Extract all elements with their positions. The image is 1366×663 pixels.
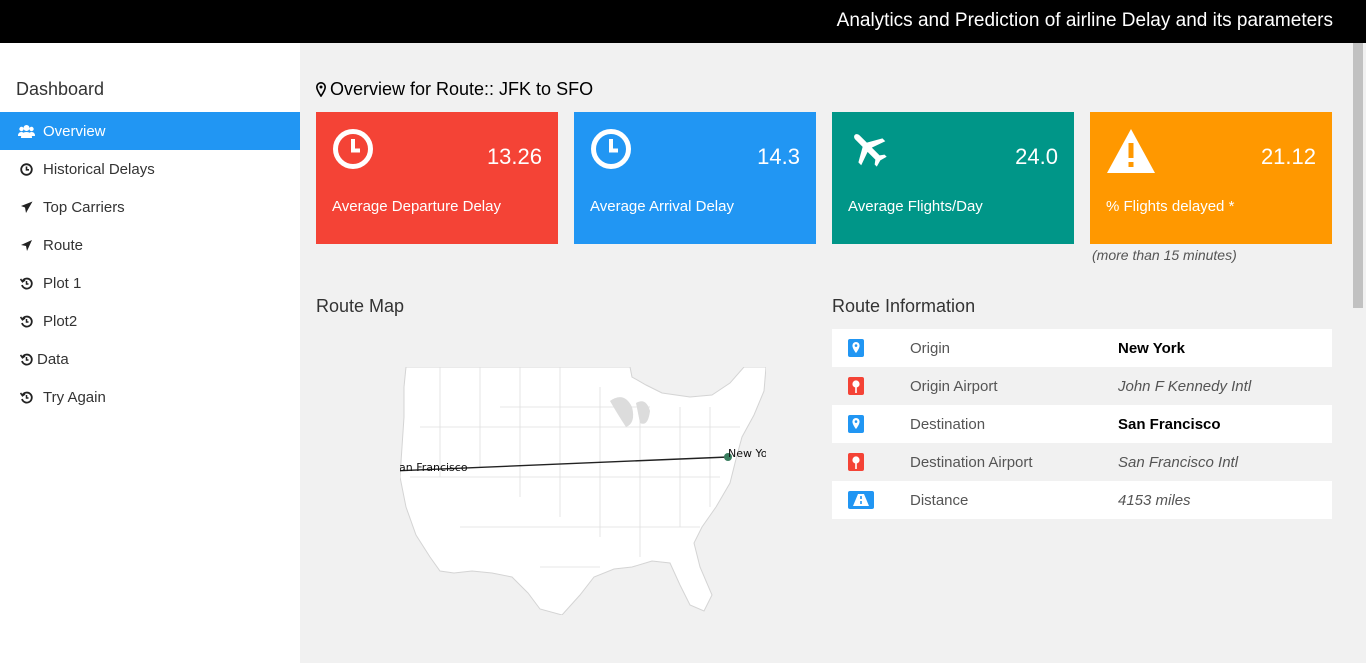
sidebar-item-data[interactable]: Data: [0, 340, 300, 378]
route-map-title: Route Map: [316, 296, 405, 316]
route-info-title: Route Information: [832, 296, 976, 316]
main-content: Overview for Route:: JFK to SFO 13.26 Av…: [300, 43, 1350, 663]
map-pin-icon: [832, 377, 910, 395]
plane-icon: [848, 128, 890, 175]
card-value: 21.12: [1260, 144, 1316, 169]
route-info-table: Origin New York Origin Airport John F Ke…: [832, 329, 1332, 519]
sidebar-item-label: Overview: [43, 122, 106, 140]
page-title: Overview for Route:: JFK to SFO: [316, 79, 593, 100]
sidebar: Dashboard Overview Historical Delays Top…: [0, 43, 300, 663]
sidebar-item-top-carriers[interactable]: Top Carriers: [0, 188, 300, 226]
sidebar-nav: Overview Historical Delays Top Carriers …: [0, 112, 300, 416]
sidebar-item-label: Plot2: [43, 312, 78, 330]
sidebar-item-label: Plot 1: [43, 274, 82, 292]
page-title-text: Overview for Route:: JFK to SFO: [330, 79, 594, 99]
sidebar-item-label: Historical Delays: [43, 160, 155, 178]
table-row: Origin Airport John F Kennedy Intl: [832, 367, 1332, 405]
page-scrollbar[interactable]: [1350, 43, 1366, 663]
history-icon: [18, 313, 35, 330]
card-value: 14.3: [757, 144, 800, 169]
plane-icon: [18, 199, 35, 216]
table-row: Origin New York: [832, 329, 1332, 367]
card-label: % Flights delayed *: [1106, 198, 1235, 215]
map-marker-icon: [832, 339, 910, 357]
map-marker-icon: [832, 415, 910, 433]
history-icon: [18, 275, 35, 292]
table-row: Destination San Francisco: [832, 405, 1332, 443]
table-row: Destination Airport San Francisco Intl: [832, 443, 1332, 481]
card-label: Average Departure Delay: [332, 198, 501, 215]
clock-icon: [590, 128, 632, 175]
row-key: Origin Airport: [910, 377, 998, 395]
row-key: Origin: [910, 339, 951, 357]
sidebar-item-try-again[interactable]: Try Again: [0, 378, 300, 416]
us-map: San Francisco New York: [389, 366, 779, 616]
card-departure-delay: 13.26 Average Departure Delay: [316, 112, 558, 244]
route-map: San Francisco New York: [389, 366, 779, 616]
users-icon: [18, 123, 35, 140]
sidebar-item-label: Data: [37, 350, 69, 368]
history-icon: [18, 389, 35, 406]
top-bar: Analytics and Prediction of airline Dela…: [0, 0, 1366, 43]
sidebar-item-label: Route: [43, 236, 84, 254]
map-origin-label: New York: [728, 447, 766, 460]
row-key: Destination: [910, 415, 986, 433]
warning-icon: [1106, 128, 1156, 179]
card-flights-per-day: 24.0 Average Flights/Day: [832, 112, 1074, 244]
card-value: 13.26: [486, 144, 542, 169]
scrollbar-thumb[interactable]: [1353, 43, 1363, 308]
card-value: 24.0: [1015, 144, 1058, 169]
row-value: John F Kennedy Intl: [1118, 377, 1252, 395]
row-key: Distance: [910, 491, 969, 509]
card-label: Average Arrival Delay: [590, 198, 734, 215]
row-value: New York: [1118, 339, 1185, 357]
row-value: San Francisco: [1118, 415, 1221, 433]
card-label: Average Flights/Day: [848, 198, 983, 215]
row-value: 4153 miles: [1118, 491, 1191, 509]
sidebar-item-route[interactable]: Route: [0, 226, 300, 264]
sidebar-title: Dashboard: [16, 79, 105, 99]
row-value: San Francisco Intl: [1118, 453, 1239, 471]
sidebar-item-label: Try Again: [43, 388, 106, 406]
row-key: Destination Airport: [910, 453, 1033, 471]
table-row: Distance 4153 miles: [832, 481, 1332, 519]
card-arrival-delay: 14.3 Average Arrival Delay: [574, 112, 816, 244]
clock-icon: [332, 128, 374, 175]
history-icon: [18, 351, 35, 368]
sidebar-item-plot-1[interactable]: Plot 1: [0, 264, 300, 302]
sidebar-item-overview[interactable]: Overview: [0, 112, 300, 150]
map-pin-icon: [832, 453, 910, 471]
road-icon: [832, 491, 910, 509]
location-arrow-icon: [18, 237, 35, 254]
card-flights-delayed: 21.12 % Flights delayed *: [1090, 112, 1332, 244]
sidebar-item-label: Top Carriers: [43, 198, 125, 216]
app-title: Analytics and Prediction of airline Dela…: [836, 10, 1333, 31]
map-marker-icon: [316, 82, 326, 97]
sidebar-item-historical-delays[interactable]: Historical Delays: [0, 150, 300, 188]
map-destination-label: San Francisco: [400, 461, 468, 474]
clock-icon: [18, 161, 35, 178]
sidebar-item-plot2[interactable]: Plot2: [0, 302, 300, 340]
delay-footnote: (more than 15 minutes): [1092, 247, 1237, 263]
